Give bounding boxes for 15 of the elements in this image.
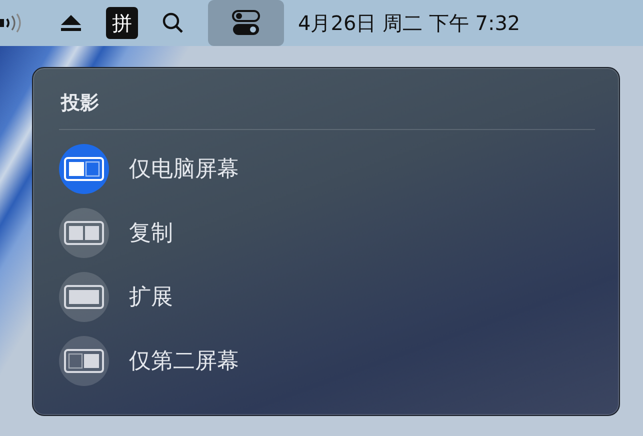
- eject-icon[interactable]: [60, 14, 82, 32]
- option-label: 复制: [129, 220, 173, 248]
- option-label: 扩展: [129, 284, 173, 312]
- option-label: 仅第二屏幕: [129, 348, 239, 376]
- control-center-button[interactable]: [208, 0, 284, 46]
- option-label: 仅电脑屏幕: [129, 156, 239, 184]
- display-mode-option[interactable]: 仅电脑屏幕: [59, 144, 239, 194]
- clock-text[interactable]: 4月26日 周二 下午 7:32: [298, 10, 520, 36]
- toggle-switches-icon: [232, 10, 260, 36]
- panel-title: 投影: [61, 91, 100, 116]
- display-mode-option[interactable]: 仅第二屏幕: [59, 336, 239, 386]
- search-icon[interactable]: [162, 12, 184, 34]
- display-mode-option[interactable]: 扩展: [59, 272, 173, 322]
- display-mode-option[interactable]: 复制: [59, 208, 173, 258]
- input-method-icon[interactable]: 拼: [106, 7, 138, 39]
